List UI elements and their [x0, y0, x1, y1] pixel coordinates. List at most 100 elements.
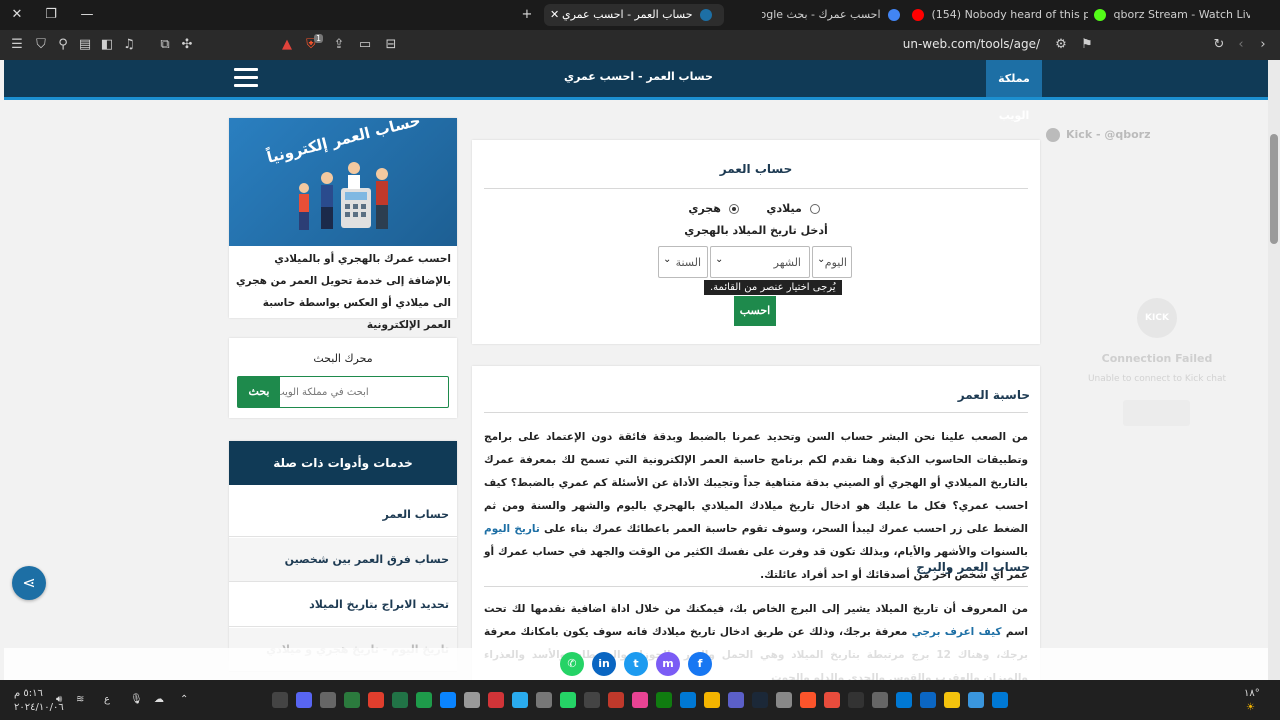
- tab-youtube[interactable]: (154) Nobody heard of this place in: [908, 4, 1088, 26]
- file-explorer-icon[interactable]: [944, 692, 960, 708]
- back-icon[interactable]: ›: [1254, 36, 1272, 54]
- reload-icon[interactable]: ↻: [1210, 36, 1228, 54]
- share-page-icon[interactable]: ⇪: [330, 36, 348, 54]
- brave-rewards-icon[interactable]: ▲: [278, 36, 296, 54]
- pin-icon[interactable]: ⚲: [54, 36, 72, 54]
- day-select[interactable]: اليوم ⌄: [812, 246, 852, 278]
- hijri-radio[interactable]: [728, 204, 739, 214]
- divider: [484, 188, 1028, 189]
- app-icon[interactable]: [488, 692, 504, 708]
- month-select[interactable]: الشهر ⌄: [710, 246, 810, 278]
- split-view-icon[interactable]: ◧: [98, 36, 116, 54]
- app-icon[interactable]: [920, 692, 936, 708]
- steam-icon[interactable]: [752, 692, 768, 708]
- today-date-link[interactable]: تاريخ اليوم: [484, 523, 540, 535]
- weather-temperature[interactable]: ١٨°: [1244, 688, 1260, 699]
- kick-logo-icon: [1046, 128, 1060, 142]
- kick-connection-status: Connection Failed: [1101, 352, 1213, 365]
- start-icon[interactable]: [992, 692, 1008, 708]
- weather-icon[interactable]: ☀: [1246, 702, 1255, 713]
- xbox-icon[interactable]: [656, 692, 672, 708]
- app-icon[interactable]: [536, 692, 552, 708]
- teams-icon[interactable]: [728, 692, 744, 708]
- shield-icon[interactable]: ⛉: [32, 36, 50, 54]
- app-icon[interactable]: [848, 692, 864, 708]
- tab-age-calculator[interactable]: حساب العمر - احسب عمري ✕: [544, 4, 724, 26]
- app-icon[interactable]: [416, 692, 432, 708]
- app-icon[interactable]: [872, 692, 888, 708]
- messenger-icon[interactable]: m: [656, 652, 680, 676]
- url-text[interactable]: un-web.com/tools/age/: [903, 37, 1040, 51]
- brave-icon[interactable]: [800, 692, 816, 708]
- whatsapp-app-icon[interactable]: [560, 692, 576, 708]
- app-icon[interactable]: [272, 692, 288, 708]
- minimize-window-icon[interactable]: —: [78, 6, 96, 24]
- kick-retry-button[interactable]: [1123, 400, 1190, 426]
- scrollbar-thumb[interactable]: [1270, 134, 1278, 244]
- search-button[interactable]: بحث: [238, 377, 280, 407]
- sidebar-icon[interactable]: ▤: [76, 36, 94, 54]
- reader-mode-icon[interactable]: ▭: [356, 36, 374, 54]
- app-icon[interactable]: [584, 692, 600, 708]
- page-scrollbar[interactable]: [1268, 60, 1280, 680]
- telegram-icon[interactable]: [512, 692, 528, 708]
- tab-search-icon[interactable]: ⊟: [382, 36, 400, 54]
- microphone-icon[interactable]: 🎙︎: [130, 694, 143, 705]
- gregorian-radio[interactable]: [809, 204, 820, 214]
- discord-icon[interactable]: [296, 692, 312, 708]
- kick-logo-badge: KICK: [1137, 298, 1177, 338]
- menu-icon[interactable]: ☰: [8, 36, 26, 54]
- tab-google-search[interactable]: احسب عمرك - بحث Google: [762, 4, 904, 26]
- clock-time[interactable]: ٥:١٦ م: [14, 688, 43, 699]
- onedrive-icon[interactable]: ☁: [154, 694, 164, 705]
- calculate-button[interactable]: احسب: [734, 296, 776, 326]
- restore-window-icon[interactable]: ❐: [42, 6, 60, 24]
- search-icon[interactable]: [968, 692, 984, 708]
- close-window-icon[interactable]: ✕: [8, 6, 26, 24]
- address-bar[interactable]: ▲ ⛨ 1 ⇪ ▭ ⊟ un-web.com/tools/age/ ⚙: [274, 34, 1074, 56]
- music-icon[interactable]: ♫: [120, 36, 138, 54]
- windows-taskbar: ٥:١٦ م ٢٠٢٤/١٠/٠٦ 🔊︎ ≋ ع 🎙︎ ☁ ⌃ ١٨° ☀: [0, 680, 1280, 720]
- youtube-favicon-icon: [912, 9, 924, 21]
- article-card: حاسبة العمر من الصعب علينا نحن البشر حسا…: [472, 366, 1040, 680]
- article-heading-age-zodiac: حساب العمر والبرج: [916, 560, 1030, 574]
- plus-icon[interactable]: +: [518, 6, 536, 24]
- extensions-icon[interactable]: ✣: [178, 36, 196, 54]
- app-icon[interactable]: [344, 692, 360, 708]
- app-icon[interactable]: [440, 692, 456, 708]
- app-icon[interactable]: [464, 692, 480, 708]
- chevron-up-icon[interactable]: ⌃: [180, 694, 188, 705]
- whatsapp-icon[interactable]: ✆: [560, 652, 584, 676]
- tool-link-zodiac-by-birthdate[interactable]: تحديد الابراج بتاريخ الميلاد: [229, 583, 457, 627]
- app-icon[interactable]: [704, 692, 720, 708]
- hamburger-menu-icon[interactable]: [234, 68, 258, 88]
- facebook-icon[interactable]: f: [688, 652, 712, 676]
- app-icon[interactable]: [608, 692, 624, 708]
- site-settings-icon[interactable]: ⚙: [1052, 36, 1070, 54]
- forward-icon[interactable]: ‹: [1232, 36, 1250, 54]
- tool-link-age-difference[interactable]: حساب فرق العمر بين شخصين: [229, 538, 457, 582]
- close-tab-icon[interactable]: ✕: [550, 4, 559, 26]
- bookmark-icon[interactable]: ⚑: [1078, 36, 1096, 54]
- twitter-icon[interactable]: t: [624, 652, 648, 676]
- zodiac-tool-link[interactable]: كيف اعرف برجي: [912, 626, 1002, 638]
- app-icon[interactable]: [368, 692, 384, 708]
- tool-link-age-calculator[interactable]: حساب العمر: [229, 493, 457, 537]
- screenshot-icon[interactable]: ⧉: [156, 36, 174, 54]
- volume-icon[interactable]: 🔊︎: [56, 694, 62, 705]
- tab-kick[interactable]: qborz Stream - Watch Live on Kick: [1090, 4, 1250, 26]
- app-icon[interactable]: [776, 692, 792, 708]
- wifi-icon[interactable]: ≋: [76, 694, 84, 705]
- app-icon[interactable]: [320, 692, 336, 708]
- input-language[interactable]: ع: [104, 694, 110, 705]
- brand-logo[interactable]: مملكة الويب: [986, 60, 1042, 122]
- share-fab-icon[interactable]: ⋖: [12, 566, 46, 600]
- search-label: محرك البحث: [313, 352, 373, 365]
- app-icon[interactable]: [680, 692, 696, 708]
- app-icon[interactable]: [632, 692, 648, 708]
- excel-icon[interactable]: [392, 692, 408, 708]
- app-icon[interactable]: [896, 692, 912, 708]
- app-icon[interactable]: [824, 692, 840, 708]
- year-select[interactable]: السنة ⌄: [658, 246, 708, 278]
- linkedin-icon[interactable]: in: [592, 652, 616, 676]
